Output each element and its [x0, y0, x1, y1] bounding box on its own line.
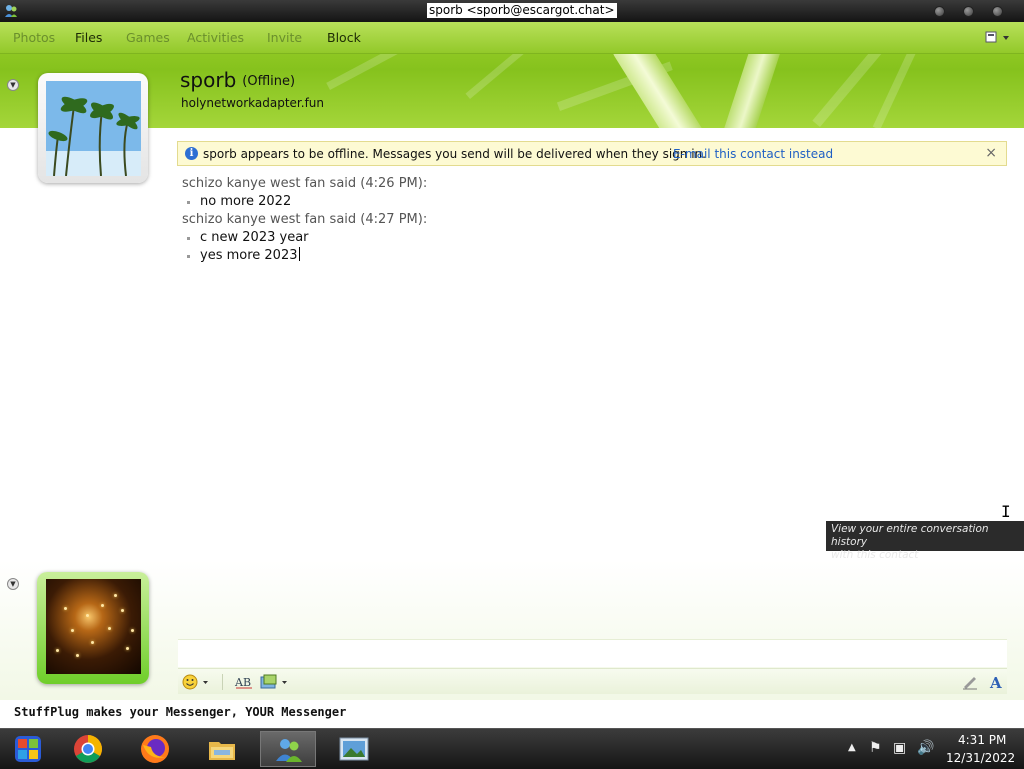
ibeam-cursor-icon: I	[1001, 502, 1011, 521]
volume-icon[interactable]: 🔊	[917, 740, 934, 756]
text-caret	[298, 247, 300, 261]
contact-name: sporb (Offline)	[180, 68, 295, 92]
svg-text:AB: AB	[234, 676, 251, 689]
menu-files[interactable]: Files	[75, 30, 102, 45]
menu-activities[interactable]: Activities	[187, 30, 244, 45]
message-text: c new 2023 year	[182, 229, 982, 247]
menu-invite[interactable]: Invite	[267, 30, 302, 45]
user-avatar[interactable]	[37, 572, 149, 684]
tooltip-line-1: View your entire conversation history	[831, 523, 989, 548]
firefox-icon	[141, 735, 169, 763]
close-button[interactable]	[993, 7, 1002, 16]
smiley-icon	[182, 674, 208, 690]
pen-icon	[963, 677, 977, 690]
palm-trees-picture	[46, 81, 141, 176]
message-input[interactable]	[178, 639, 1007, 667]
handwriting-button[interactable]	[961, 674, 979, 690]
info-icon: i	[185, 147, 198, 160]
offline-info-bar: i sporb appears to be offline. Messages …	[177, 141, 1007, 166]
collapse-contact-picture-button[interactable]: ▼	[7, 79, 19, 91]
collapse-user-picture-button[interactable]: ▼	[7, 578, 19, 590]
action-center-flag-icon[interactable]: ⚑	[869, 740, 882, 756]
taskbar: ▲ ⚑ ▣ 🔊 4:31 PM 12/31/2022	[0, 728, 1024, 769]
taskbar-messenger[interactable]	[260, 731, 316, 767]
messenger-icon	[276, 739, 302, 762]
close-infobar-icon[interactable]: ×	[985, 145, 997, 161]
stuffplug-banner: StuffPlug makes your Messenger, YOUR Mes…	[14, 705, 347, 719]
svg-text:A: A	[989, 674, 1002, 690]
messenger-app-icon[interactable]	[3, 3, 19, 19]
windows-live-icon	[15, 736, 41, 762]
contact-display-name: sporb	[180, 68, 237, 92]
taskbar-chrome[interactable]	[60, 731, 116, 767]
taskbar-firefox[interactable]	[127, 731, 183, 767]
message-sender-line: schizo kanye west fan said (4:27 PM):	[182, 212, 428, 227]
font-icon: A	[989, 674, 1002, 692]
clock-time[interactable]: 4:31 PM	[958, 733, 1006, 747]
offline-notice-text: sporb appears to be offline. Messages yo…	[203, 147, 706, 161]
maximize-button[interactable]	[964, 7, 973, 16]
network-icon[interactable]: ▣	[893, 740, 906, 756]
contact-status: (Offline)	[242, 74, 296, 89]
show-hidden-icons-icon[interactable]: ▲	[848, 742, 856, 753]
history-tooltip: View your entire conversation history wi…	[826, 521, 1024, 561]
file-explorer-icon	[209, 742, 235, 760]
send-picture-button[interactable]	[260, 674, 290, 690]
taskbar-file-explorer[interactable]	[194, 731, 250, 767]
spellcheck-icon: AB	[234, 676, 252, 689]
minimize-button[interactable]	[935, 7, 944, 16]
menu-games[interactable]: Games	[126, 30, 170, 45]
message-sender-line: schizo kanye west fan said (4:26 PM):	[182, 176, 428, 191]
message-text: yes more 2023	[200, 248, 298, 263]
message-text: no more 2022	[182, 193, 982, 211]
chrome-icon	[74, 735, 102, 763]
toolbar-separator	[222, 674, 223, 690]
menu-bar: Photos Files Games Activities Invite Blo…	[0, 22, 1024, 54]
photo-viewer-icon	[339, 737, 369, 761]
title-bar: sporb <sporb@escargot.chat>	[0, 0, 1024, 22]
contact-personal-message: holynetworkadapter.fun	[181, 96, 325, 110]
conversation-history[interactable]: schizo kanye west fan said (4:26 PM): no…	[182, 175, 982, 265]
contact-avatar[interactable]	[38, 73, 148, 183]
picture-icon	[260, 674, 287, 689]
spellcheck-button[interactable]: AB	[234, 674, 254, 690]
contact-header: Photos Files Games Activities Invite Blo…	[0, 22, 1024, 128]
emoticon-button[interactable]	[182, 674, 210, 690]
menu-block[interactable]: Block	[327, 30, 361, 45]
system-tray: ▲ ⚑ ▣ 🔊 4:31 PM 12/31/2022	[845, 729, 1024, 769]
compose-toolbar: AB A	[178, 668, 1007, 694]
clock-date[interactable]: 12/31/2022	[946, 751, 1015, 765]
email-contact-link[interactable]: E-mail this contact instead	[673, 147, 833, 161]
menu-photos[interactable]: Photos	[13, 30, 55, 45]
taskbar-windows-live[interactable]	[0, 731, 56, 767]
layout-options-icon[interactable]	[984, 30, 1012, 46]
message-text-last: yes more 2023	[182, 247, 982, 265]
window-title: sporb <sporb@escargot.chat>	[427, 3, 617, 18]
font-button[interactable]: A	[988, 674, 1004, 692]
taskbar-photo-viewer[interactable]	[326, 731, 382, 767]
fireworks-picture	[46, 579, 141, 674]
